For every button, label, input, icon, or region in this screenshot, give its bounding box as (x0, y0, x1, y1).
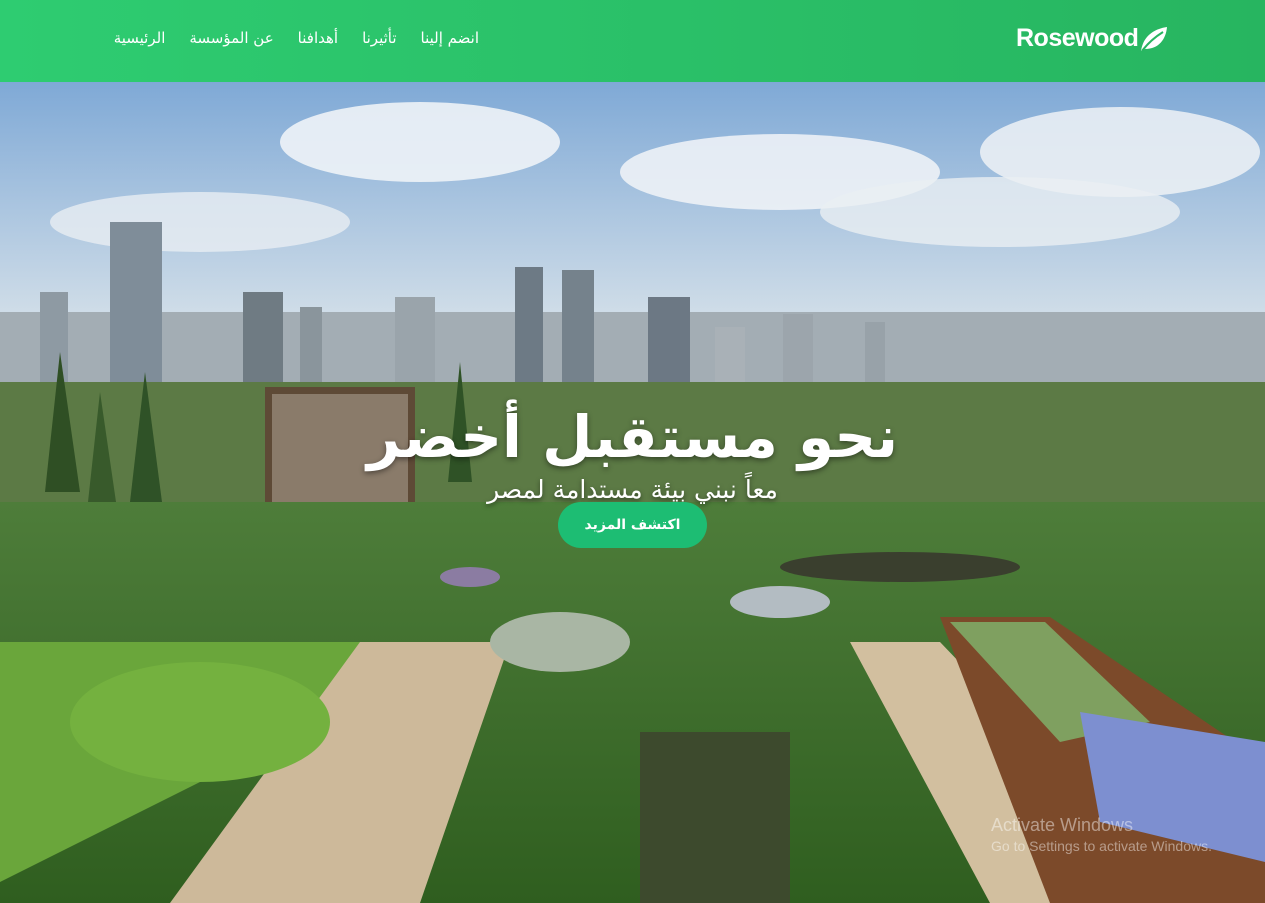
brand-name: Rosewood (1016, 24, 1139, 52)
hero-subtitle: معاً نبني بيئة مستدامة لمصر (487, 475, 778, 504)
watermark-title: Activate Windows (991, 815, 1134, 835)
windows-activation-watermark: Activate Windows Go to Settings to activ… (991, 815, 1212, 854)
nav-link-home[interactable]: الرئيسية (114, 29, 166, 47)
hero-section: نحو مستقبل أخضر معاً نبني بيئة مستدامة ل… (0, 82, 1265, 903)
watermark-subtitle: Go to Settings to activate Windows. (991, 838, 1212, 854)
leaf-icon (1139, 25, 1169, 53)
main-nav: الرئيسية عن المؤسسة أهدافنا تأثيرنا انضم… (114, 29, 479, 47)
discover-more-button[interactable]: اكتشف المزيد (558, 502, 707, 548)
navbar: Rosewood الرئيسية عن المؤسسة أهدافنا تأث… (0, 0, 1265, 82)
nav-link-about[interactable]: عن المؤسسة (189, 29, 273, 47)
nav-link-join[interactable]: انضم إلينا (421, 29, 479, 47)
brand-logo[interactable]: Rosewood (1016, 24, 1169, 53)
nav-link-goals[interactable]: أهدافنا (298, 29, 338, 47)
hero-title: نحو مستقبل أخضر (366, 402, 899, 471)
nav-link-impact[interactable]: تأثيرنا (362, 29, 396, 47)
